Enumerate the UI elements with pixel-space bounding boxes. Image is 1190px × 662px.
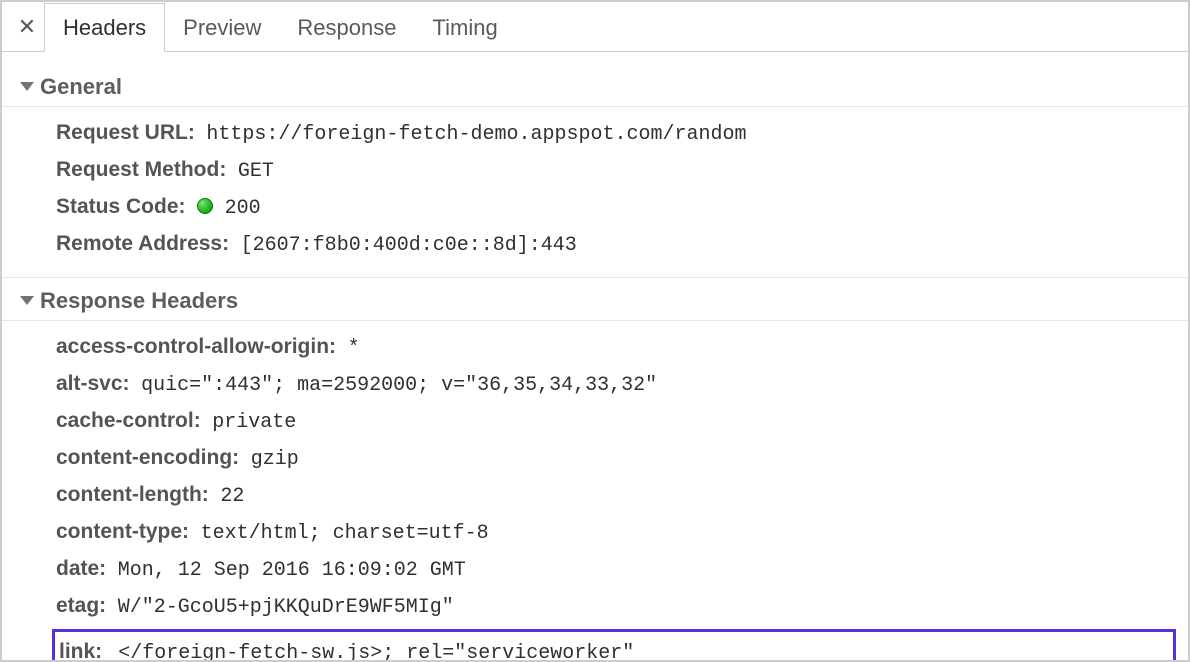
highlighted-headers: link: </foreign-fetch-sw.js>; rel="servi… [52, 629, 1176, 662]
section-general: General Request URL: https://foreign-fet… [2, 62, 1188, 269]
value-date: Mon, 12 Sep 2016 16:09:02 GMT [118, 559, 466, 582]
tab-preview[interactable]: Preview [165, 3, 279, 52]
tabbar: ✕ Headers Preview Response Timing [2, 2, 1188, 52]
row-etag: etag: W/"2-GcoU5+pjKKQuDrE9WF5MIg" [56, 588, 1188, 625]
label-clen: content-length: [56, 483, 209, 506]
close-icon[interactable]: ✕ [10, 2, 44, 51]
row-link: link: </foreign-fetch-sw.js>; rel="servi… [59, 634, 1169, 662]
label-etag: etag: [56, 594, 106, 617]
label-cache: cache-control: [56, 409, 201, 432]
label-remote-address: Remote Address: [56, 232, 229, 255]
row-cenc: content-encoding: gzip [56, 440, 1188, 477]
value-link: </foreign-fetch-sw.js>; rel="servicework… [118, 642, 634, 662]
label-status-code: Status Code: [56, 195, 186, 218]
section-response-headers-header[interactable]: Response Headers [2, 277, 1188, 321]
label-ctype: content-type: [56, 520, 189, 543]
response-headers-list: access-control-allow-origin: * alt-svc: … [2, 329, 1188, 625]
row-cache: cache-control: private [56, 403, 1188, 440]
row-altsvc: alt-svc: quic=":443"; ma=2592000; v="36,… [56, 366, 1188, 403]
row-status-code: Status Code: 200 [56, 189, 1188, 226]
value-etag: W/"2-GcoU5+pjKKQuDrE9WF5MIg" [118, 596, 454, 619]
label-request-url: Request URL: [56, 121, 195, 144]
value-remote-address: [2607:f8b0:400d:c0e::8d]:443 [241, 234, 577, 257]
value-ctype: text/html; charset=utf-8 [201, 522, 489, 545]
network-detail-panel: ✕ Headers Preview Response Timing Genera… [0, 0, 1190, 662]
section-general-title: General [40, 74, 122, 100]
row-remote-address: Remote Address: [2607:f8b0:400d:c0e::8d]… [56, 226, 1188, 263]
value-clen: 22 [220, 485, 244, 508]
section-response-headers: Response Headers access-control-allow-or… [2, 269, 1188, 662]
value-cenc: gzip [251, 448, 299, 471]
row-date: date: Mon, 12 Sep 2016 16:09:02 GMT [56, 551, 1188, 588]
row-ctype: content-type: text/html; charset=utf-8 [56, 514, 1188, 551]
row-clen: content-length: 22 [56, 477, 1188, 514]
chevron-down-icon [20, 82, 34, 91]
tab-response[interactable]: Response [279, 3, 414, 52]
value-altsvc: quic=":443"; ma=2592000; v="36,35,34,33,… [141, 374, 657, 397]
headers-content: General Request URL: https://foreign-fet… [2, 52, 1188, 662]
label-cenc: content-encoding: [56, 446, 239, 469]
value-request-url: https://foreign-fetch-demo.appspot.com/r… [206, 123, 746, 146]
label-request-method: Request Method: [56, 158, 226, 181]
chevron-down-icon [20, 296, 34, 305]
value-status-code: 200 [225, 197, 261, 220]
row-request-url: Request URL: https://foreign-fetch-demo.… [56, 115, 1188, 152]
value-request-method: GET [238, 160, 274, 183]
value-acao: * [348, 337, 360, 360]
section-response-headers-title: Response Headers [40, 288, 238, 314]
general-list: Request URL: https://foreign-fetch-demo.… [2, 115, 1188, 263]
value-cache: private [212, 411, 296, 434]
status-ok-icon [197, 198, 213, 214]
tab-headers[interactable]: Headers [44, 3, 165, 52]
label-link: link: [59, 640, 102, 662]
tab-timing[interactable]: Timing [414, 3, 515, 52]
section-general-header[interactable]: General [2, 70, 1188, 107]
row-request-method: Request Method: GET [56, 152, 1188, 189]
label-altsvc: alt-svc: [56, 372, 130, 395]
label-date: date: [56, 557, 106, 580]
row-acao: access-control-allow-origin: * [56, 329, 1188, 366]
label-acao: access-control-allow-origin: [56, 335, 336, 358]
